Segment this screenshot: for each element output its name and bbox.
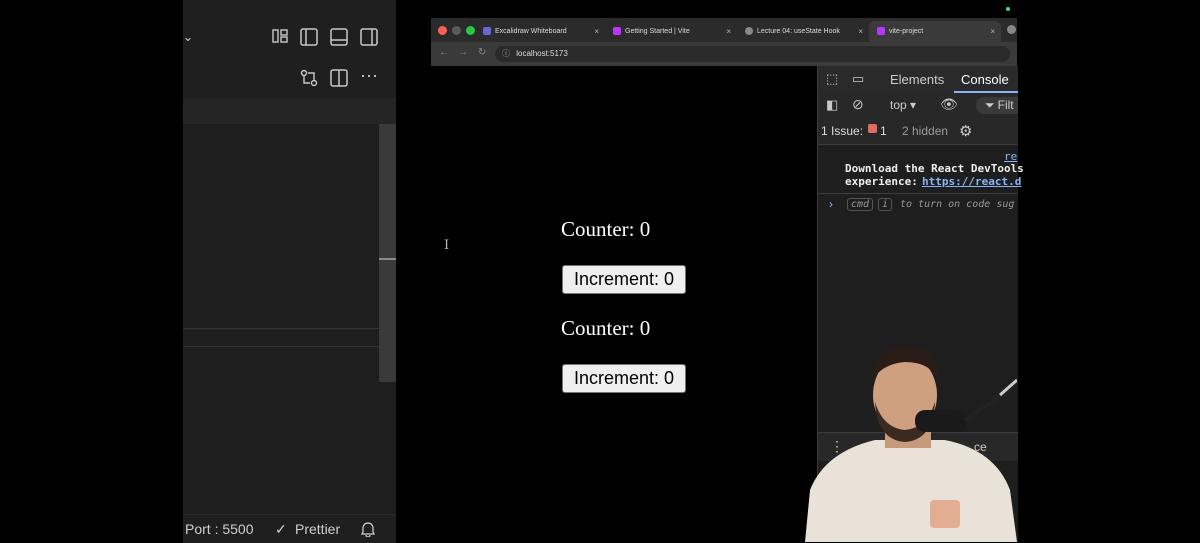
increment-button[interactable]: Increment: 0 [562, 364, 686, 393]
vite-icon [613, 27, 621, 36]
tab-vite-project[interactable]: vite-project × [869, 21, 1001, 42]
editor-divider [183, 346, 379, 347]
split-editor-icon[interactable] [328, 69, 350, 92]
compare-changes-icon[interactable] [298, 69, 320, 92]
dropdown-arrow-icon: ▾ [910, 98, 917, 112]
minimize-window-button[interactable] [452, 26, 461, 35]
issues-bar: 1 Issue: 1 2 hidden ⚙ [818, 118, 1018, 145]
address-bar-row: ← → ↻ ⓘ localhost:5173 [431, 42, 1017, 66]
device-toolbar-icon[interactable]: ▭ [852, 71, 864, 87]
issues-label[interactable]: 1 Issue: [821, 124, 863, 138]
forward-icon[interactable]: → [458, 47, 468, 58]
url-text: localhost:5173 [516, 49, 568, 58]
tab-vite-docs[interactable]: Getting Started | Vite × [605, 21, 737, 42]
gear-icon[interactable]: ⚙ [959, 122, 972, 140]
status-port[interactable]: Port : 5500 [185, 521, 254, 537]
react-devtools-link[interactable]: https://react.d [922, 175, 1021, 188]
prompt-hint: to turn on code sug [900, 199, 1015, 210]
tab-excalidraw[interactable]: Excalidraw Whiteboard × [475, 21, 605, 42]
chevron-down-icon[interactable]: ⌄ [177, 28, 199, 46]
code-editor-panel: ⌄ ⋯ Port : 5500 ✓ Prettier [183, 0, 396, 543]
context-selector[interactable]: top ▾ [890, 98, 916, 112]
tab-label: Getting Started | Vite [625, 28, 690, 35]
counter-text: Counter: 0 [561, 316, 651, 340]
tab-lecture[interactable]: Lecture 04: useState Hook × [737, 21, 869, 42]
double-check-icon: ✓ [275, 521, 287, 537]
scrollbar-marker [379, 258, 396, 260]
filter-field[interactable]: ⏷ Filt [976, 97, 1018, 114]
error-badge-icon [868, 124, 877, 133]
i-key-badge: i [878, 198, 893, 211]
editor-scrollbar[interactable] [379, 124, 396, 382]
tab-label: Lecture 04: useState Hook [757, 28, 840, 35]
tab-console[interactable]: Console [961, 72, 1009, 87]
prompt-chevron-icon: › [829, 197, 833, 211]
close-icon[interactable]: × [858, 21, 863, 42]
breadcrumb [183, 98, 396, 124]
cmd-key-badge: cmd [847, 198, 874, 211]
status-bar: Port : 5500 ✓ Prettier [183, 514, 396, 543]
reload-icon[interactable]: ↻ [478, 47, 486, 58]
url-field[interactable]: ⓘ localhost:5173 [495, 46, 1010, 62]
sidebar-toggle-icon[interactable]: ◧ [826, 97, 838, 113]
clear-console-icon[interactable]: ⊘ [852, 96, 864, 113]
close-icon[interactable]: × [594, 21, 599, 42]
console-prompt[interactable]: › cmd i to turn on code sug [818, 193, 1018, 216]
hidden-count[interactable]: 2 hidden [902, 124, 948, 138]
recording-indicator-icon [1006, 7, 1010, 11]
maximize-window-button[interactable] [466, 26, 475, 35]
filter-icon: ⏷ [985, 98, 995, 112]
log-message-line1: Download the React DevTools [845, 162, 1024, 175]
editor-divider [183, 328, 379, 329]
counter-text: Counter: 0 [561, 217, 651, 241]
devtools-tab-bar: ⬚ ▭ Elements Console [818, 66, 1018, 94]
vite-icon [877, 27, 885, 36]
layout-icon[interactable] [269, 28, 291, 49]
log-message-line2: experience: [845, 175, 918, 188]
increment-button[interactable]: Increment: 0 [562, 265, 686, 294]
editor-title-bar: ⌄ [183, 0, 396, 59]
sidebar-left-icon[interactable] [298, 28, 320, 51]
editor-tab-actions: ⋯ [183, 58, 396, 99]
text-cursor-icon: I [444, 238, 450, 253]
back-icon[interactable]: ← [439, 47, 449, 58]
tab-elements[interactable]: Elements [890, 72, 944, 87]
globe-icon [1007, 25, 1016, 34]
panel-bottom-icon[interactable] [328, 28, 350, 51]
issues-count: 1 [880, 124, 887, 138]
context-label: top [890, 98, 907, 112]
console-toolbar: ◧ ⊘ top ▾ 👁 ⏷ Filt [818, 93, 1018, 119]
site-info-icon[interactable]: ⓘ [502, 49, 510, 58]
globe-icon [745, 27, 753, 36]
inspect-element-icon[interactable]: ⬚ [826, 71, 838, 87]
eye-icon[interactable]: 👁 [940, 96, 958, 113]
close-window-button[interactable] [438, 26, 447, 35]
tab-label: vite-project [889, 28, 924, 35]
tab-strip: Excalidraw Whiteboard × Getting Started … [431, 18, 1017, 42]
tab-label: Excalidraw Whiteboard [495, 28, 567, 35]
excalidraw-icon [483, 27, 491, 36]
presenter-video [805, 340, 1017, 542]
sidebar-right-icon[interactable] [358, 28, 380, 51]
status-prettier[interactable]: Prettier [295, 521, 340, 537]
more-icon[interactable]: ⋯ [358, 67, 380, 85]
editor-content[interactable] [183, 124, 396, 514]
close-icon[interactable]: × [990, 21, 995, 42]
close-icon[interactable]: × [726, 21, 731, 42]
bell-icon[interactable] [360, 521, 376, 540]
